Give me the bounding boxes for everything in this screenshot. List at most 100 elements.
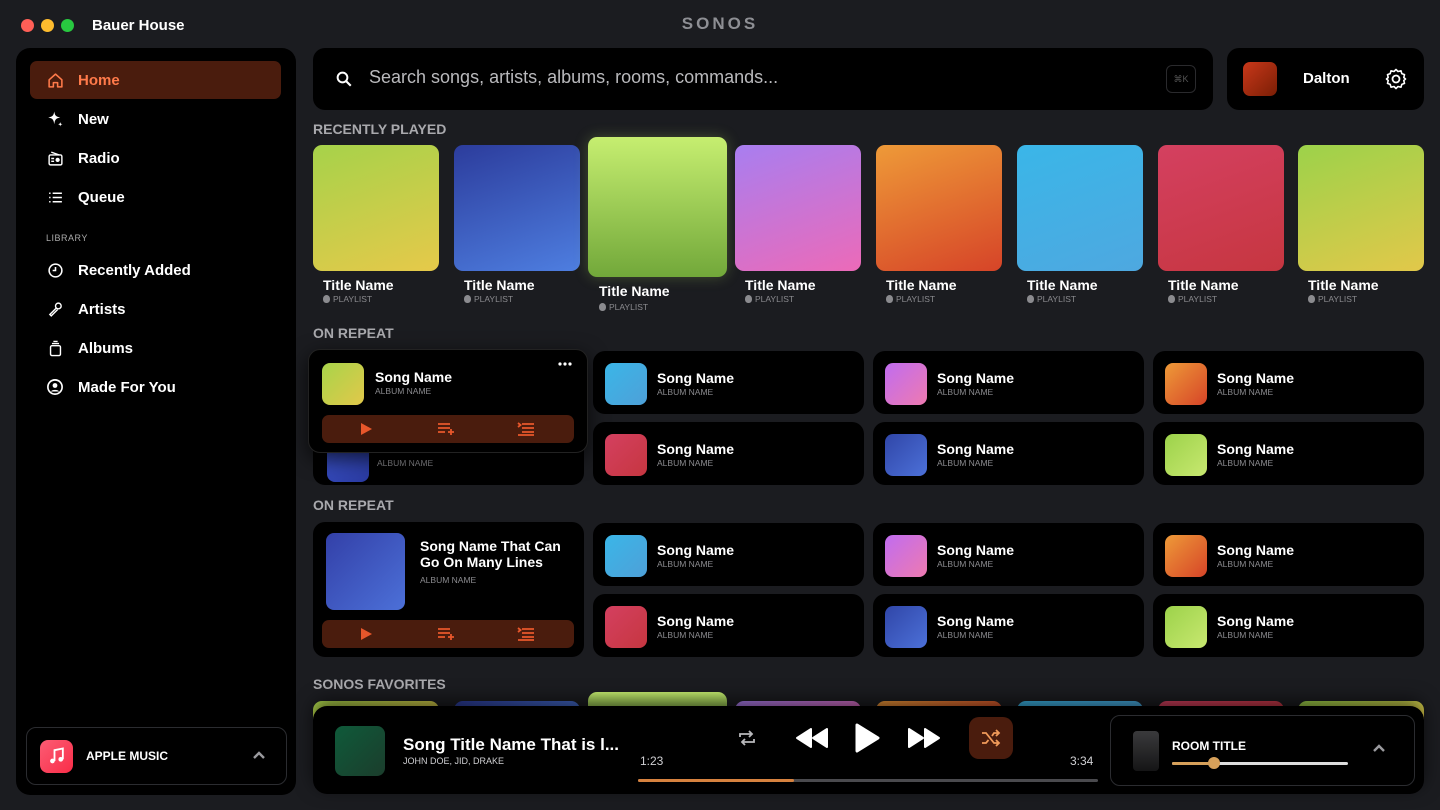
radio-icon — [46, 149, 64, 167]
volume-slider[interactable] — [1172, 757, 1348, 769]
section-heading: RECENTLY PLAYED — [313, 121, 447, 137]
sidebar-item-artists[interactable]: Artists — [30, 290, 281, 328]
music-service-selector[interactable]: APPLE MUSIC — [26, 727, 287, 785]
now-playing-art[interactable] — [335, 726, 385, 776]
subtitle-text: PLAYLIST — [474, 294, 514, 304]
song-name: Song Name — [937, 613, 1015, 629]
apple-icon — [1308, 295, 1315, 303]
volume-knob[interactable] — [1208, 757, 1221, 769]
clock-icon — [46, 261, 64, 279]
song-card[interactable]: Song Name ALBUM NAME — [593, 351, 864, 414]
now-playing-bar: Song Title Name That is l... JOHN DOE, J… — [313, 706, 1424, 794]
album-art — [605, 606, 647, 648]
play-icon[interactable] — [357, 626, 375, 642]
user-name[interactable]: Dalton — [1303, 70, 1350, 87]
song-card[interactable]: Song Name ALBUM NAME — [873, 351, 1144, 414]
sidebar-item-albums[interactable]: Albums — [30, 329, 281, 367]
sidebar-item-queue[interactable]: Queue — [30, 178, 281, 216]
playlist-tile-art[interactable] — [313, 145, 439, 271]
chevron-up-icon[interactable] — [1373, 743, 1385, 755]
song-card[interactable]: Song Name ALBUM NAME — [593, 422, 864, 485]
section-heading: ON REPEAT — [313, 497, 394, 513]
playlist-tile-art[interactable] — [1158, 145, 1284, 271]
album-name: ALBUM NAME — [1217, 458, 1274, 468]
add-to-queue-icon[interactable] — [517, 626, 535, 642]
song-card[interactable]: Song Name ALBUM NAME — [873, 422, 1144, 485]
sidebar-item-recently-added[interactable]: Recently Added — [30, 251, 281, 289]
song-card[interactable]: Song Name ALBUM NAME — [1153, 422, 1424, 485]
more-options-icon[interactable] — [557, 356, 573, 377]
sparkle-icon — [46, 110, 64, 128]
song-card[interactable]: Song Name ALBUM NAME — [1153, 594, 1424, 657]
play-icon[interactable] — [852, 722, 882, 754]
album-art — [885, 363, 927, 405]
playlist-tile-subtitle: PLAYLIST — [886, 294, 935, 304]
play-next-icon[interactable] — [437, 626, 455, 642]
album-art — [605, 535, 647, 577]
album-name: ALBUM NAME — [1217, 387, 1274, 397]
sidebar-item-made-for-you[interactable]: Made For You — [30, 368, 281, 406]
chevron-up-icon[interactable] — [253, 750, 265, 762]
sidebar-item-radio[interactable]: Radio — [30, 139, 281, 177]
playlist-tile-title[interactable]: Title Name — [464, 277, 535, 293]
duration-time: 3:34 — [1070, 754, 1094, 768]
playlist-tile-title[interactable]: Title Name — [745, 277, 816, 293]
song-card[interactable]: Song Name ALBUM NAME — [593, 523, 864, 586]
playlist-tile-title[interactable]: Title Name — [1027, 277, 1098, 293]
song-actions — [322, 620, 574, 648]
song-name: Song Name — [937, 542, 1015, 558]
search-icon — [335, 70, 353, 93]
next-icon[interactable] — [906, 724, 942, 752]
play-icon[interactable] — [357, 421, 375, 437]
subtitle-text: PLAYLIST — [896, 294, 936, 304]
progress-bar[interactable] — [638, 779, 1098, 782]
song-card[interactable]: Song Name ALBUM NAME — [873, 523, 1144, 586]
song-card-featured[interactable]: Song Name That Can Go On Many Lines ALBU… — [313, 522, 584, 657]
sidebar-item-new[interactable]: New — [30, 100, 281, 138]
shuffle-icon[interactable] — [969, 717, 1013, 759]
album-art — [1165, 535, 1207, 577]
playlist-tile-title[interactable]: Title Name — [886, 277, 957, 293]
playlist-tile-art[interactable] — [1298, 145, 1424, 271]
previous-icon[interactable] — [794, 724, 830, 752]
room-title[interactable]: ROOM TITLE — [1172, 739, 1246, 753]
song-card[interactable]: Song Name ALBUM NAME — [1153, 523, 1424, 586]
playlist-tile-subtitle: PLAYLIST — [1308, 294, 1357, 304]
album-name: ALBUM NAME — [375, 386, 432, 396]
album-name: ALBUM NAME — [420, 575, 477, 585]
song-card-expanded[interactable]: Song Name ALBUM NAME — [308, 349, 588, 453]
subtitle-text: PLAYLIST — [333, 294, 373, 304]
playlist-tile-title[interactable]: Title Name — [1308, 277, 1379, 293]
now-playing-title[interactable]: Song Title Name That is l... — [403, 735, 619, 755]
add-to-queue-icon[interactable] — [517, 421, 535, 437]
album-art — [1165, 434, 1207, 476]
playlist-tile-title[interactable]: Title Name — [599, 283, 670, 299]
album-art — [885, 535, 927, 577]
playlist-tile-title[interactable]: Title Name — [1168, 277, 1239, 293]
album-art — [1165, 363, 1207, 405]
repeat-icon[interactable] — [736, 727, 758, 749]
playlist-tile-art[interactable] — [735, 145, 861, 271]
sidebar-item-label: Home — [78, 71, 120, 89]
song-card[interactable]: Song Name ALBUM NAME — [1153, 351, 1424, 414]
playlist-tile-art[interactable] — [588, 137, 727, 277]
album-name: ALBUM NAME — [657, 630, 714, 640]
album-name: ALBUM NAME — [937, 559, 994, 569]
sidebar-item-home[interactable]: Home — [30, 61, 281, 99]
song-card[interactable]: Song Name ALBUM NAME — [873, 594, 1144, 657]
album-art — [1165, 606, 1207, 648]
user-circle-icon — [46, 378, 64, 396]
play-next-icon[interactable] — [437, 421, 455, 437]
avatar[interactable] — [1243, 62, 1277, 96]
sidebar: Home New Radio Queue LIBRARY Recently Ad… — [16, 48, 296, 795]
playlist-tile-art[interactable] — [876, 145, 1002, 271]
song-card[interactable]: Song Name ALBUM NAME — [593, 594, 864, 657]
gear-icon[interactable] — [1384, 67, 1408, 96]
home-icon — [46, 71, 64, 89]
playlist-tile-title[interactable]: Title Name — [323, 277, 394, 293]
sidebar-item-label: Radio — [78, 149, 120, 167]
albums-icon — [46, 339, 64, 357]
playlist-tile-art[interactable] — [454, 145, 580, 271]
search-input[interactable] — [369, 67, 1129, 88]
playlist-tile-art[interactable] — [1017, 145, 1143, 271]
